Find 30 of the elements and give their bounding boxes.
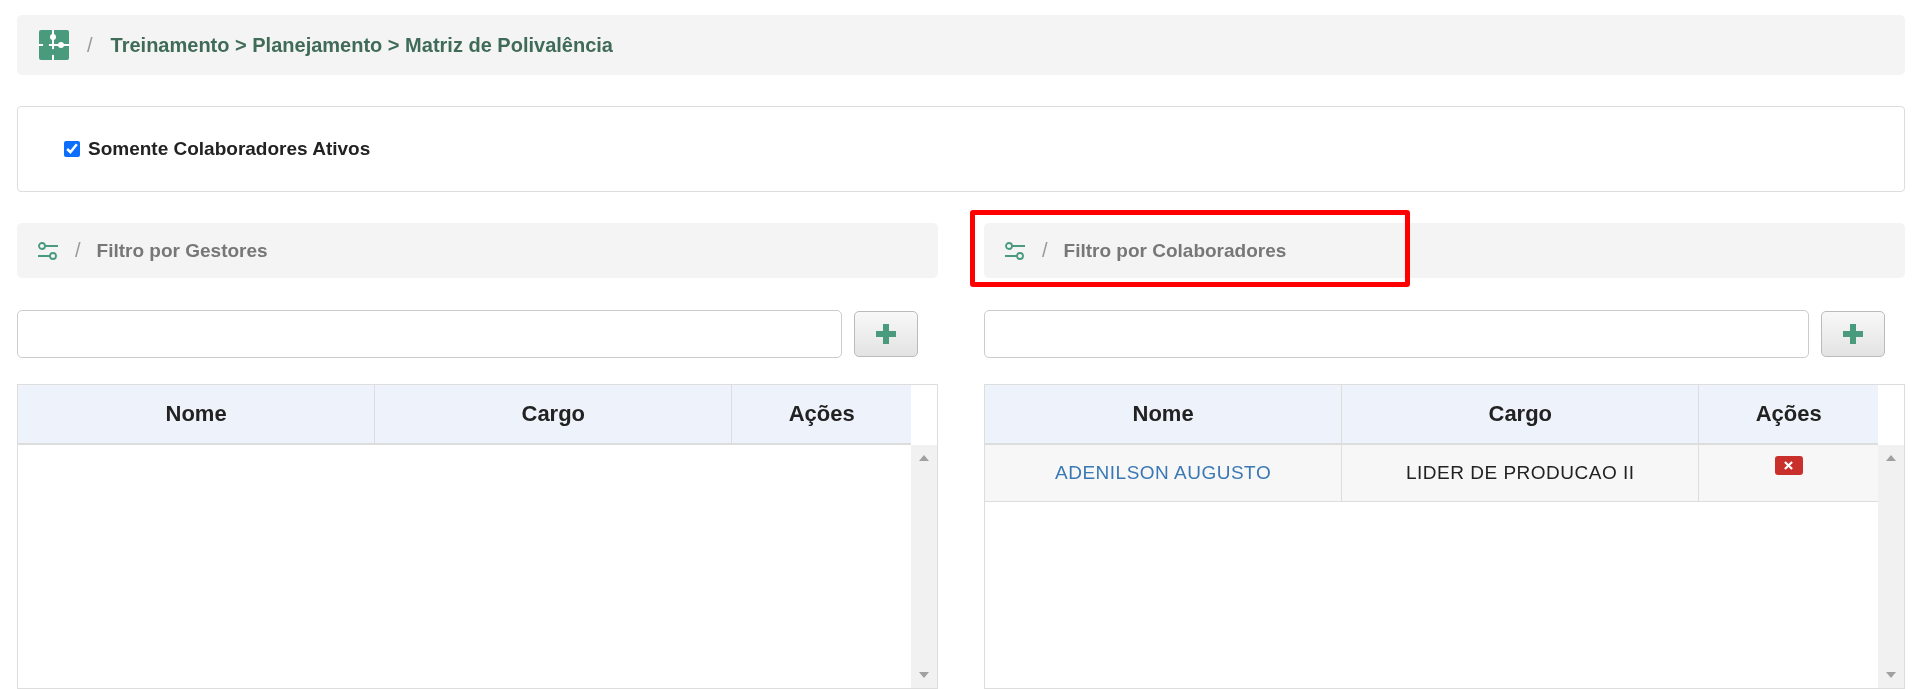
sliders-icon [37, 241, 59, 260]
scroll-down-icon[interactable] [1886, 672, 1896, 678]
separator: / [75, 239, 81, 262]
plus-icon [876, 324, 896, 344]
delete-button[interactable] [1774, 455, 1803, 475]
column-header: Nome [18, 385, 376, 445]
column-header: Cargo [375, 385, 733, 445]
search-field[interactable] [984, 310, 1809, 358]
separator: / [1042, 239, 1048, 262]
column-header: Ações [1699, 385, 1878, 445]
add-button[interactable] [1821, 311, 1885, 357]
column-header: Ações [732, 385, 911, 445]
separator: / [87, 33, 93, 57]
checkbox-label: Somente Colaboradores Ativos [88, 138, 371, 160]
breadcrumb-path: Treinamento > Planejamento > Matriz de Polivalência [110, 33, 613, 57]
puzzle-icon [39, 30, 69, 60]
checkbox[interactable] [64, 141, 80, 157]
sliders-icon [1004, 241, 1026, 260]
scroll-up-icon[interactable] [919, 455, 929, 461]
column-header: Cargo [1342, 385, 1700, 445]
close-icon [1784, 460, 1794, 470]
filter-title: Filtro por Colaboradores [1063, 239, 1287, 262]
search-field[interactable] [17, 310, 842, 358]
scroll-up-icon[interactable] [1886, 455, 1896, 461]
add-button[interactable] [854, 311, 918, 357]
table-cell: LIDER DE PRODUCAO II [1342, 445, 1700, 502]
column-header: Nome [985, 385, 1343, 445]
plus-icon [1843, 324, 1863, 344]
filter-title: Filtro por Gestores [96, 239, 268, 262]
scroll-down-icon[interactable] [919, 672, 929, 678]
